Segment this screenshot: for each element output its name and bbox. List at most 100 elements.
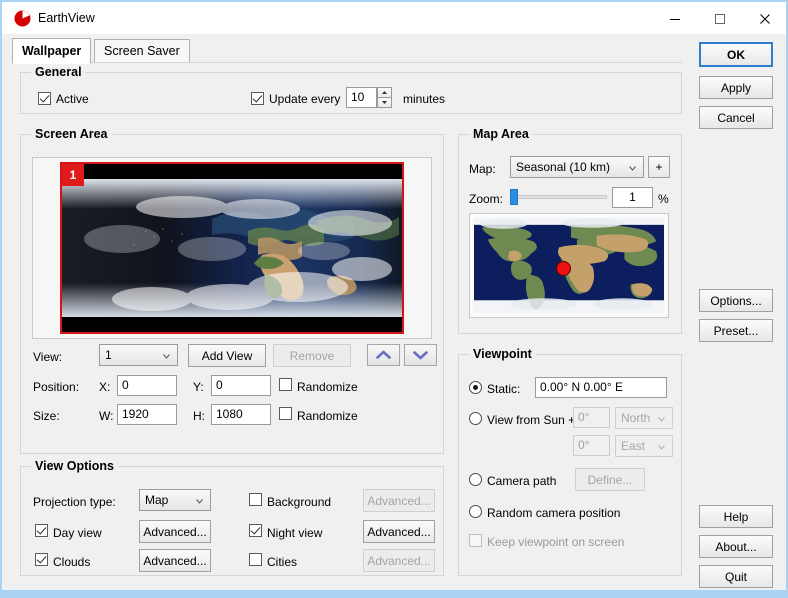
define-camera-path-button: Define... [575,468,645,491]
active-checkbox[interactable] [38,92,51,105]
view-number-badge: 1 [62,164,84,186]
move-view-up-button[interactable] [367,344,400,366]
ok-label: OK [727,47,745,62]
apply-button[interactable]: Apply [699,76,773,99]
projection-type-value: Map [145,493,169,507]
day-view-advanced-button[interactable]: Advanced... [139,520,211,543]
map-select[interactable]: Seasonal (10 km) [510,156,644,178]
ok-button[interactable]: OK [699,42,773,67]
camera-path-radio[interactable] [469,473,482,486]
sun-direction-2-select: East [615,435,673,457]
remove-view-button: Remove [273,344,351,367]
map-thumbnail-frame[interactable] [469,213,669,318]
cancel-button[interactable]: Cancel [699,106,773,129]
zoom-slider-thumb[interactable] [510,189,518,205]
randomize-size-label: Randomize [297,409,358,423]
position-y-input[interactable]: 0 [211,375,271,396]
clouds-advanced-button[interactable]: Advanced... [139,549,211,572]
size-w-input[interactable]: 1920 [117,404,177,425]
spinner-up-icon[interactable] [377,87,392,98]
clouds-checkbox[interactable] [35,553,48,566]
about-label: About... [715,539,757,554]
tab-wallpaper[interactable]: Wallpaper [12,38,92,64]
map-area-group-title: Map Area [469,127,533,141]
projection-type-select[interactable]: Map [139,489,211,511]
background-advanced-button: Advanced... [363,489,435,512]
help-button[interactable]: Help [699,505,773,528]
night-view-advanced-label: Advanced... [367,524,431,539]
zoom-value-input[interactable]: 1 [612,187,653,208]
update-every-label: Update every [269,92,341,106]
viewpoint-group: Viewpoint Static: 0.00° N 0.00° E View f… [458,347,682,576]
chevron-down-icon [658,445,665,450]
view-options-group: View Options Projection type: Map Backgr… [20,459,444,576]
map-select-value: Seasonal (10 km) [516,160,611,174]
client-area: Wallpaper Screen Saver General Active Up… [2,34,786,590]
add-map-button[interactable]: + [648,156,670,178]
cities-checkbox[interactable] [249,553,262,566]
remove-view-label: Remove [289,348,335,363]
help-label: Help [723,509,749,524]
viewpoint-marker-icon [555,260,571,276]
about-button[interactable]: About... [699,535,773,558]
day-view-checkbox[interactable] [35,524,48,537]
preset-button[interactable]: Preset... [699,319,773,342]
randomize-size-checkbox[interactable] [279,407,292,420]
preview-letterbox-top [62,164,402,179]
minimize-button[interactable] [652,4,697,34]
static-coordinates-input[interactable]: 0.00° N 0.00° E [535,377,667,398]
zoom-label: Zoom: [469,192,504,206]
size-w-label: W: [99,409,114,423]
quit-button[interactable]: Quit [699,565,773,588]
map-area-group: Map Area Map: Seasonal (10 km) + Zoom: 1… [458,127,682,334]
static-radio[interactable] [469,381,482,394]
chevron-down-icon [413,351,428,360]
camera-path-label: Camera path [487,474,557,488]
background-checkbox[interactable] [249,493,262,506]
chevron-down-icon [163,354,170,359]
update-every-checkbox[interactable] [251,92,264,105]
randomize-position-checkbox[interactable] [279,378,292,391]
tab-screen-saver[interactable]: Screen Saver [94,39,190,63]
randomize-position-label: Randomize [297,380,358,394]
minimize-icon [669,19,680,20]
clouds-label: Clouds [53,555,91,569]
options-button[interactable]: Options... [699,289,773,312]
close-button[interactable] [742,4,787,34]
title-bar: EarthView [2,2,786,34]
view-select[interactable]: 1 [99,344,178,366]
zoom-unit-label: % [658,192,669,206]
options-label: Options... [710,293,762,308]
position-x-input[interactable]: 0 [117,375,177,396]
cities-advanced-button: Advanced... [363,549,435,572]
size-h-input[interactable]: 1080 [211,404,271,425]
night-view-checkbox[interactable] [249,524,262,537]
size-h-label: H: [193,409,205,423]
zoom-slider-track[interactable] [510,195,607,199]
sun-angle-1-input: 0° [573,407,610,428]
spinner-down-icon[interactable] [377,97,392,108]
sun-direction-2-value: East [621,439,646,453]
map-label: Map: [469,162,496,176]
sun-angle-2-input: 0° [573,435,610,456]
sun-direction-1-value: North [621,411,651,425]
view-from-sun-radio[interactable] [469,412,482,425]
update-interval-input[interactable]: 10 [346,87,377,108]
cities-advanced-label: Advanced... [367,553,431,568]
add-view-button[interactable]: Add View [188,344,266,367]
night-view-advanced-button[interactable]: Advanced... [363,520,435,543]
maximize-button[interactable] [697,4,742,34]
view-options-group-title: View Options [31,459,118,473]
screen-area-group-title: Screen Area [31,127,112,141]
random-camera-radio[interactable] [469,505,482,518]
wallpaper-preview[interactable]: 1 [60,162,404,334]
tab-strip: Wallpaper Screen Saver [12,38,692,64]
background-label: Background [267,495,332,509]
viewpoint-group-title: Viewpoint [469,347,536,361]
move-view-down-button[interactable] [404,344,437,366]
update-interval-spinner[interactable] [377,87,392,108]
screen-area-group: Screen Area 1 View: 1 Add View Remove Po… [20,127,444,454]
background-advanced-label: Advanced... [367,493,431,508]
static-label: Static: [487,382,521,396]
cities-label: Cities [267,555,298,569]
